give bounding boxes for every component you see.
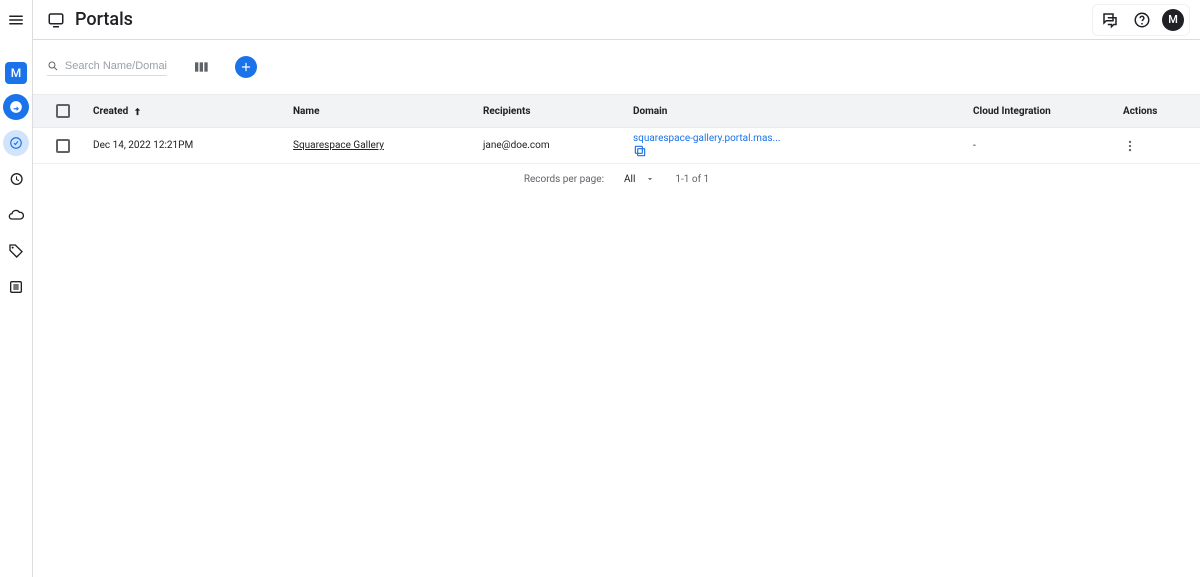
column-recipients[interactable]: Recipients [483, 106, 633, 117]
more-vert-icon [1123, 139, 1137, 153]
topbar: Portals M [33, 0, 1200, 40]
chat-button[interactable] [1098, 8, 1122, 32]
nav-item-history[interactable] [3, 166, 29, 192]
user-avatar[interactable]: M [1162, 9, 1184, 31]
nav-item-transfer[interactable] [3, 94, 29, 120]
arrow-circle-icon [9, 100, 23, 114]
row-name-link[interactable]: Squarespace Gallery [293, 140, 384, 151]
chevron-down-icon [645, 174, 655, 184]
row-cloud: - [973, 140, 1123, 151]
nav-item-cloud[interactable] [3, 202, 29, 228]
search-icon [47, 59, 59, 73]
row-actions-menu[interactable] [1123, 139, 1200, 153]
chat-icon [1101, 11, 1119, 29]
cloud-icon [8, 207, 24, 223]
nav-item-tags[interactable] [3, 238, 29, 264]
column-actions: Actions [1123, 106, 1200, 117]
search-field[interactable] [47, 59, 167, 76]
table-header: Created Name Recipients Domain Cloud Int… [33, 94, 1200, 128]
page-title: Portals [75, 9, 133, 30]
page-range: 1-1 of 1 [675, 174, 709, 185]
main-content: Portals M [32, 0, 1200, 577]
page-size-select[interactable]: All [624, 174, 655, 185]
workspace-avatar[interactable]: M [5, 62, 27, 84]
sidebar: M [0, 0, 32, 577]
column-cloud[interactable]: Cloud Integration [973, 106, 1123, 117]
table-row: Dec 14, 2022 12:21PM Squarespace Gallery… [33, 128, 1200, 164]
monitor-icon [47, 11, 65, 29]
row-domain-link[interactable]: squarespace-gallery.portal.mas... [633, 133, 780, 144]
hamburger-icon [7, 11, 25, 29]
column-created[interactable]: Created [93, 106, 293, 117]
page-size-value: All [624, 174, 635, 185]
row-recipients: jane@doe.com [483, 140, 633, 151]
row-created: Dec 14, 2022 12:21PM [93, 140, 293, 151]
column-name[interactable]: Name [293, 106, 483, 117]
records-per-page-label: Records per page: [524, 174, 604, 185]
columns-button[interactable] [193, 59, 209, 75]
pagination: Records per page: All 1-1 of 1 [33, 164, 1200, 194]
column-created-label: Created [93, 106, 128, 117]
help-icon [1133, 11, 1151, 29]
portal-icon [9, 136, 23, 150]
list-icon [8, 279, 24, 295]
tag-icon [8, 243, 24, 259]
menu-toggle-button[interactable] [4, 8, 28, 32]
search-input[interactable] [65, 60, 167, 72]
column-domain[interactable]: Domain [633, 106, 973, 117]
nav-item-portals[interactable] [3, 130, 29, 156]
nav-item-list[interactable] [3, 274, 29, 300]
copy-domain-button[interactable] [633, 144, 973, 158]
add-button[interactable] [235, 56, 257, 78]
copy-icon [633, 144, 647, 158]
header-actions: M [1092, 4, 1190, 36]
row-checkbox[interactable] [56, 139, 70, 153]
select-all-checkbox[interactable] [56, 104, 70, 118]
plus-icon [239, 60, 253, 74]
toolbar [33, 40, 1200, 94]
columns-icon [193, 59, 209, 75]
help-button[interactable] [1130, 8, 1154, 32]
history-icon [8, 171, 24, 187]
sort-asc-icon [132, 106, 143, 117]
